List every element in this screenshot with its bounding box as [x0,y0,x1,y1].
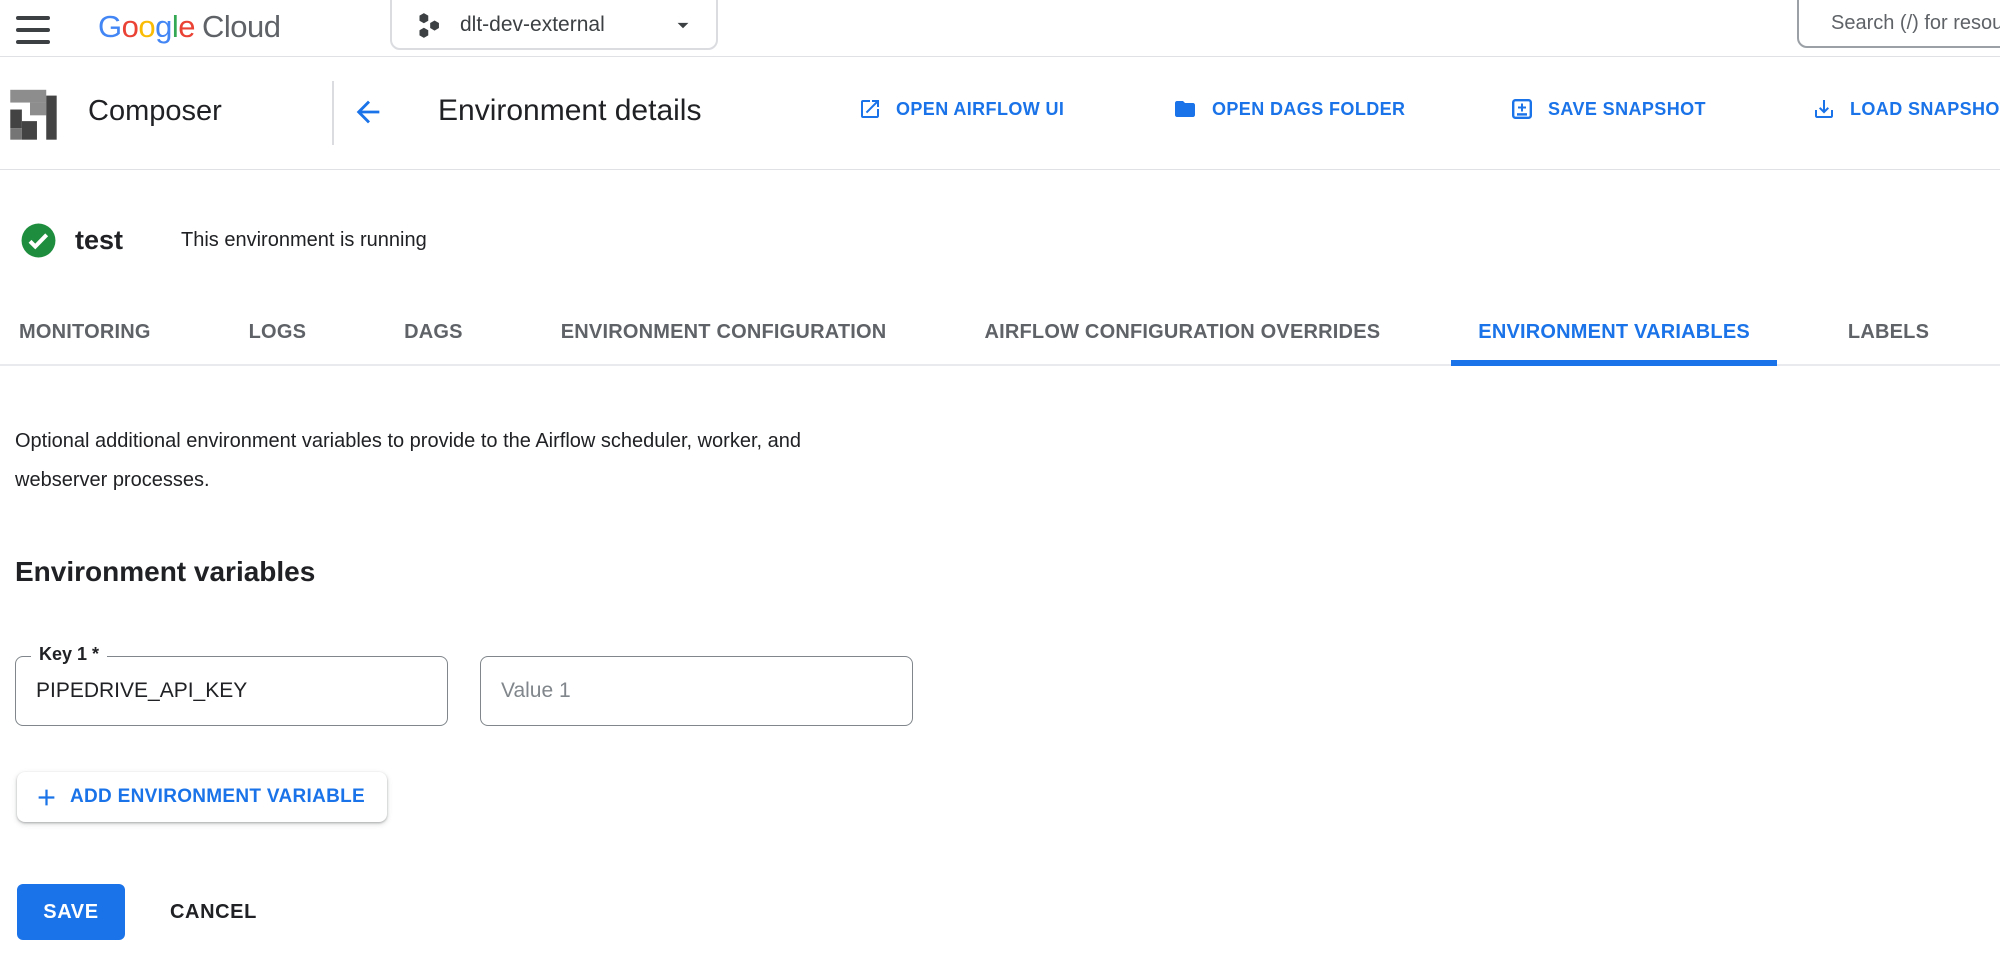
button-label: ADD ENVIRONMENT VARIABLE [70,786,365,808]
description-line: Optional additional environment variable… [15,422,2000,461]
tab-dags[interactable]: DAGS [377,300,490,364]
logo-letter: e [178,9,195,44]
key-field-label: Key 1 * [31,644,107,665]
logo-letter: g [155,9,172,44]
tab-monitoring[interactable]: MONITORING [0,300,178,364]
google-cloud-logo: GoogleCloud [98,9,281,45]
menu-icon[interactable] [16,16,54,44]
value-input[interactable] [481,657,912,725]
page-title: Environment details [438,94,701,128]
tab-panel-environment-variables: Optional additional environment variable… [0,422,2000,940]
tab-bar: MONITORING LOGS DAGS ENVIRONMENT CONFIGU… [0,300,2000,366]
form-actions: SAVE CANCEL [17,884,2000,940]
tab-environment-configuration[interactable]: ENVIRONMENT CONFIGURATION [534,300,914,364]
project-name: dlt-dev-external [460,13,605,37]
environment-status-row: test This environment is running [0,222,2000,258]
chevron-down-icon [670,12,696,38]
environment-name: test [75,225,123,256]
tab-labels[interactable]: LABELS [1821,300,1956,364]
add-environment-variable-button[interactable]: ADD ENVIRONMENT VARIABLE [17,772,387,822]
download-icon [1812,97,1836,121]
product-name: Composer [88,95,222,128]
key-input[interactable] [16,657,447,725]
save-button[interactable]: SAVE [17,884,125,940]
tab-logs[interactable]: LOGS [222,300,333,364]
value-field [480,656,913,726]
button-label: OPEN AIRFLOW UI [896,99,1064,120]
project-hexagons-icon [416,10,443,41]
vertical-divider [332,81,334,145]
tab-environment-variables[interactable]: ENVIRONMENT VARIABLES [1451,300,1777,364]
check-circle-icon [20,222,57,259]
logo-letter: G [98,9,122,44]
arrow-back-icon [351,95,385,129]
description-line: webserver processes. [15,461,2000,500]
tab-airflow-configuration-overrides[interactable]: AIRFLOW CONFIGURATION OVERRIDES [957,300,1407,364]
top-bar: GoogleCloud dlt-dev-external [0,0,2000,57]
button-label: OPEN DAGS FOLDER [1212,99,1405,120]
composer-logo-icon [1,83,59,143]
project-selector[interactable]: dlt-dev-external [390,0,718,50]
plus-icon [33,784,60,811]
load-snapshot-button[interactable]: LOAD SNAPSHOT [1812,97,2000,121]
back-button[interactable] [350,95,386,131]
search-input[interactable] [1831,12,2000,35]
save-snapshot-icon [1510,97,1534,121]
open-airflow-ui-button[interactable]: OPEN AIRFLOW UI [858,97,1064,121]
logo-cloud-text: Cloud [202,9,281,44]
variable-row: Key 1 * [15,656,2000,726]
cancel-button[interactable]: CANCEL [170,901,257,924]
search-box[interactable] [1797,0,2000,48]
button-label: LOAD SNAPSHOT [1850,99,2000,120]
open-dags-folder-button[interactable]: OPEN DAGS FOLDER [1172,97,1405,121]
open-in-new-icon [858,97,882,121]
logo-letter: o [122,9,139,44]
section-heading: Environment variables [15,556,2000,588]
status-message: This environment is running [181,229,427,252]
app-bar: Composer Environment details OPEN AIRFLO… [0,57,2000,170]
logo-letter: o [138,9,155,44]
section-description: Optional additional environment variable… [15,422,2000,500]
button-label: SAVE SNAPSHOT [1548,99,1706,120]
save-snapshot-button[interactable]: SAVE SNAPSHOT [1510,97,1706,121]
key-field: Key 1 * [15,656,448,726]
folder-icon [1172,97,1198,121]
